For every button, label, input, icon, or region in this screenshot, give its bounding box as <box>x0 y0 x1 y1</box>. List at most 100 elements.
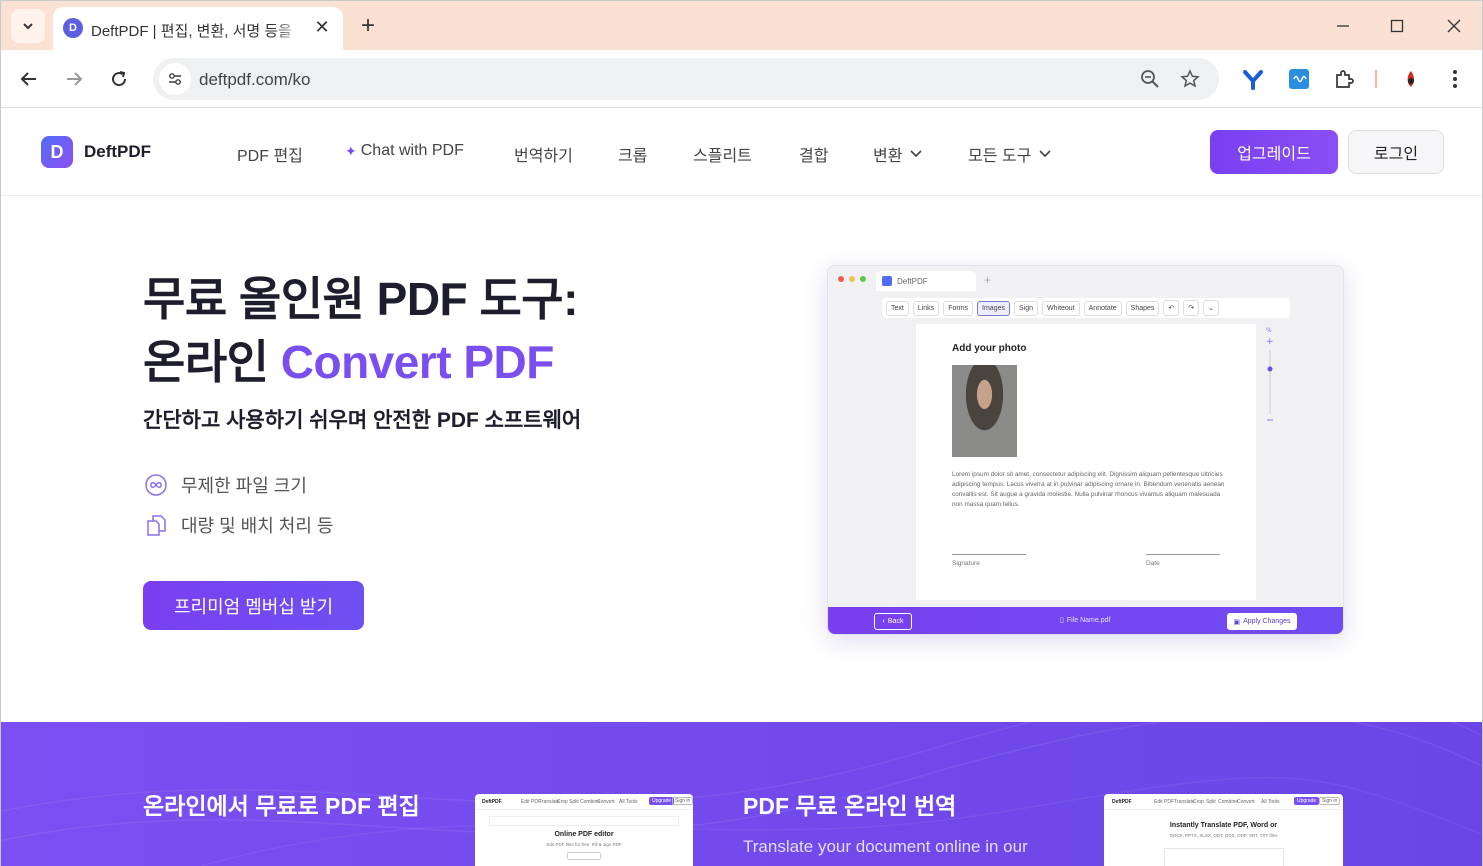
nav-merge[interactable]: 결합 <box>799 142 828 166</box>
profile-avatar-icon[interactable] <box>1398 66 1424 92</box>
back-button[interactable] <box>11 61 47 97</box>
preview-logo: DeftPDF <box>1112 799 1132 805</box>
arrow-right-icon <box>67 72 83 86</box>
bookmark-star-icon[interactable] <box>1178 67 1202 91</box>
sparkle-icon: ✦ <box>345 142 357 159</box>
chevron-down-icon <box>1039 150 1051 158</box>
preview-nav-item: Translate <box>1174 799 1195 805</box>
site-info-button[interactable] <box>159 63 191 95</box>
feature-unlimited-size: 무제한 파일 크기 <box>143 472 307 498</box>
preview-nav-item: Crop <box>557 799 568 805</box>
deftpdf-logo-icon: D <box>41 136 73 168</box>
mockup-back-button: ‹ Back <box>874 613 912 630</box>
maximize-icon <box>1390 19 1404 33</box>
nav-split[interactable]: 스플리트 <box>693 142 752 166</box>
chevron-down-icon <box>23 23 33 30</box>
signature-line <box>952 554 1026 555</box>
edit-preview-card[interactable]: DeftPDF Edit PDF Translate Crop Split Co… <box>475 794 693 866</box>
extensions-puzzle-icon[interactable] <box>1331 66 1357 92</box>
preview-logo: DeftPDF <box>482 799 502 805</box>
signature-label: Signature <box>952 560 980 567</box>
feature-label: 무제한 파일 크기 <box>181 476 307 496</box>
tab-search-button[interactable] <box>11 9 45 43</box>
minimize-icon <box>1337 25 1349 27</box>
site-header: D DeftPDF PDF 편집 ✦ Chat with PDF 번역하기 크롭 … <box>1 108 1482 196</box>
forward-button[interactable] <box>56 61 92 97</box>
nav-convert[interactable]: 변환 <box>873 142 923 166</box>
zoom-out-icon[interactable] <box>1138 67 1162 91</box>
site-logo[interactable]: D DeftPDF <box>41 136 151 168</box>
redo-icon: ↷ <box>1183 300 1200 316</box>
mockup-file-name: ▯ File Name.pdf <box>1060 616 1110 624</box>
edit-section-title[interactable]: 온라인에서 무료로 PDF 편집 <box>143 792 433 821</box>
login-button[interactable]: 로그인 <box>1348 130 1444 174</box>
svg-text:%: % <box>1266 327 1272 334</box>
logo-text: DeftPDF <box>84 142 152 161</box>
preview-nav-item: All Tools <box>619 799 638 805</box>
hero-title: 무료 올인원 PDF 도구: 온라인 Convert PDF <box>143 268 578 394</box>
feature-batch: 대량 및 배치 처리 등 <box>143 512 333 538</box>
chevron-down-icon: ⌄ <box>1203 300 1220 316</box>
mockup-tool-sign: Sign <box>1014 300 1039 316</box>
preview-signin: Sign in <box>1319 797 1341 805</box>
chevron-left-icon: ‹ <box>882 618 885 625</box>
nav-pdf-edit[interactable]: PDF 편집 <box>237 142 303 166</box>
hero-subtitle: 간단하고 사용하기 쉬우며 안전한 PDF 소프트웨어 <box>143 409 582 432</box>
mockup-tool-links: Links <box>912 300 940 316</box>
active-tab[interactable]: D DeftPDF | 편집, 변환, 서명 등을 ✕ <box>53 7 343 51</box>
nav-label: 결합 <box>799 148 829 165</box>
feature-label: 대량 및 배치 처리 등 <box>181 516 334 536</box>
reload-button[interactable] <box>101 61 137 97</box>
more-menu-icon[interactable] <box>1442 66 1468 92</box>
mockup-footer: ‹ Back ▯ File Name.pdf ▣ Apply Changes <box>828 607 1343 634</box>
premium-membership-button[interactable]: 프리미엄 멤버십 받기 <box>143 581 364 630</box>
file-icon: ▯ <box>1060 617 1064 624</box>
nav-crop[interactable]: 크롭 <box>618 142 647 166</box>
save-icon: ▣ <box>1233 618 1241 626</box>
url-text: deftpdf.com/ko <box>199 70 311 89</box>
mockup-tool-forms: Forms <box>943 300 974 316</box>
mockup-back-label: Back <box>887 618 904 625</box>
nav-all-tools[interactable]: 모든 도구 <box>968 142 1051 166</box>
minimize-button[interactable] <box>1320 9 1366 43</box>
translate-preview-card[interactable]: DeftPDF Edit PDF Translate Crop Split Co… <box>1104 794 1343 866</box>
mockup-tool-whiteout: Whiteout <box>1042 300 1080 316</box>
svg-text:+: + <box>1266 337 1274 347</box>
close-icon <box>1447 19 1461 33</box>
mockup-toolbar: Text Links Forms Images Sign Whiteout An… <box>882 298 1290 318</box>
chevron-down-icon <box>910 150 923 158</box>
nav-translate[interactable]: 번역하기 <box>514 142 573 166</box>
mockup-file-name-label: File Name.pdf <box>1066 617 1111 624</box>
mockup-page-heading: Add your photo <box>952 343 1027 354</box>
editor-mockup-image: DeftPDF + Text Links Forms Images Sign W… <box>827 265 1344 635</box>
extension-audio-icon[interactable] <box>1286 66 1312 92</box>
preview-toolbar <box>489 816 679 826</box>
arrow-left-icon <box>20 72 36 86</box>
zoom-slider: % + <box>1264 324 1276 424</box>
undo-icon: ↶ <box>1163 300 1180 316</box>
mockup-apply-button: ▣ Apply Changes <box>1227 613 1297 630</box>
nav-label: 모든 도구 <box>968 148 1032 165</box>
close-tab-icon[interactable]: ✕ <box>311 16 333 38</box>
nav-chat-with-pdf[interactable]: ✦ Chat with PDF <box>345 142 464 160</box>
tools-section: 온라인에서 무료로 PDF 편집 DeftPDF Edit PDF Transl… <box>1 722 1482 866</box>
deftpdf-logo-icon <box>882 276 892 286</box>
window-dots <box>838 276 866 282</box>
preview-nav-item: Edit PDF <box>1154 799 1175 805</box>
maximize-button[interactable] <box>1374 9 1420 43</box>
mockup-apply-label: Apply Changes <box>1243 618 1291 625</box>
upgrade-button[interactable]: 업그레이드 <box>1210 130 1338 174</box>
new-tab-button[interactable]: + <box>355 13 381 39</box>
preview-nav-item: Convert <box>597 799 615 805</box>
address-bar[interactable]: deftpdf.com/ko <box>153 58 1219 100</box>
close-window-button[interactable] <box>1431 9 1477 43</box>
preview-signin: Sign in <box>672 797 693 805</box>
extension-y-icon[interactable] <box>1240 66 1266 92</box>
mockup-tool-images: Images <box>977 300 1010 316</box>
toolbar-divider <box>1375 70 1377 88</box>
preview-sub: Edit PDF files for free. Fill & sign PDF <box>546 842 622 847</box>
translate-section-title[interactable]: PDF 무료 온라인 번역 <box>743 792 956 821</box>
tab-title: DeftPDF | 편집, 변환, 서명 등을 <box>91 23 292 40</box>
preview-upgrade: Upgrade <box>1294 797 1320 805</box>
mockup-tab-label: DeftPDF <box>897 276 928 286</box>
